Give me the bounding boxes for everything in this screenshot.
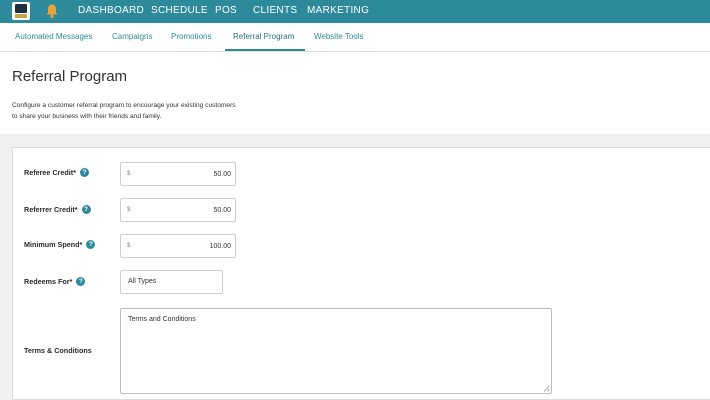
nav-dashboard[interactable]: DASHBOARD [78, 0, 144, 23]
help-icon[interactable]: ? [86, 240, 96, 249]
minimum-spend-field: $ [120, 234, 236, 258]
page-title: Referral Program [12, 68, 128, 85]
tab-referral-program[interactable]: Referral Program [233, 23, 294, 52]
minimum-spend-label: Minimum Spend* ? [24, 240, 96, 249]
nav-schedule[interactable]: SCHEDULE [151, 0, 208, 23]
referee-credit-field: $ [120, 162, 236, 186]
redeems-for-label-text: Redeems For* [24, 277, 73, 286]
help-icon[interactable]: ? [79, 168, 89, 177]
nav-pos[interactable]: POS [215, 0, 237, 23]
tab-campaigns[interactable]: Campaigns [112, 23, 152, 52]
nav-marketing[interactable]: MARKETING [307, 0, 369, 23]
tab-promotions[interactable]: Promotions [171, 23, 211, 52]
tab-website-tools[interactable]: Website Tools [314, 23, 364, 52]
minimum-spend-label-text: Minimum Spend* [24, 240, 83, 249]
referrer-credit-field: $ [120, 198, 236, 222]
redeems-for-select[interactable]: All Types [120, 270, 223, 294]
resize-grip-icon[interactable] [543, 385, 550, 392]
currency-symbol: $ [127, 206, 131, 213]
top-navigation-bar: DASHBOARD SCHEDULE POS CLIENTS MARKETING [0, 0, 710, 23]
referee-credit-label-text: Referee Credit* [24, 168, 76, 177]
terms-conditions-textarea[interactable]: Terms and Conditions [120, 308, 552, 394]
marketing-subnav: Automated Messages Campaigns Promotions … [0, 23, 710, 52]
minimum-spend-input[interactable] [139, 237, 231, 255]
referee-credit-label: Referee Credit* ? [24, 168, 89, 177]
currency-symbol: $ [127, 242, 131, 249]
referrer-credit-label: Referrer Credit* ? [24, 205, 91, 214]
help-icon[interactable]: ? [81, 205, 91, 214]
referrer-credit-label-text: Referrer Credit* [24, 205, 78, 214]
tab-automated-messages[interactable]: Automated Messages [15, 23, 92, 52]
terms-conditions-label-text: Terms & Conditions [24, 346, 92, 355]
page-description-line-1: Configure a customer referral program to… [12, 102, 236, 109]
referrer-credit-input[interactable] [139, 201, 231, 219]
referee-credit-input[interactable] [139, 165, 231, 183]
nav-clients[interactable]: CLIENTS [253, 0, 297, 23]
redeems-for-label: Redeems For* ? [24, 277, 86, 286]
active-tab-indicator [225, 49, 305, 51]
help-icon[interactable]: ? [76, 277, 86, 286]
terms-conditions-label: Terms & Conditions [24, 346, 92, 355]
page-description-line-2: to share your business with their friend… [12, 113, 162, 120]
business-logo[interactable] [12, 2, 30, 20]
currency-symbol: $ [127, 170, 131, 177]
bell-icon[interactable] [45, 3, 59, 19]
